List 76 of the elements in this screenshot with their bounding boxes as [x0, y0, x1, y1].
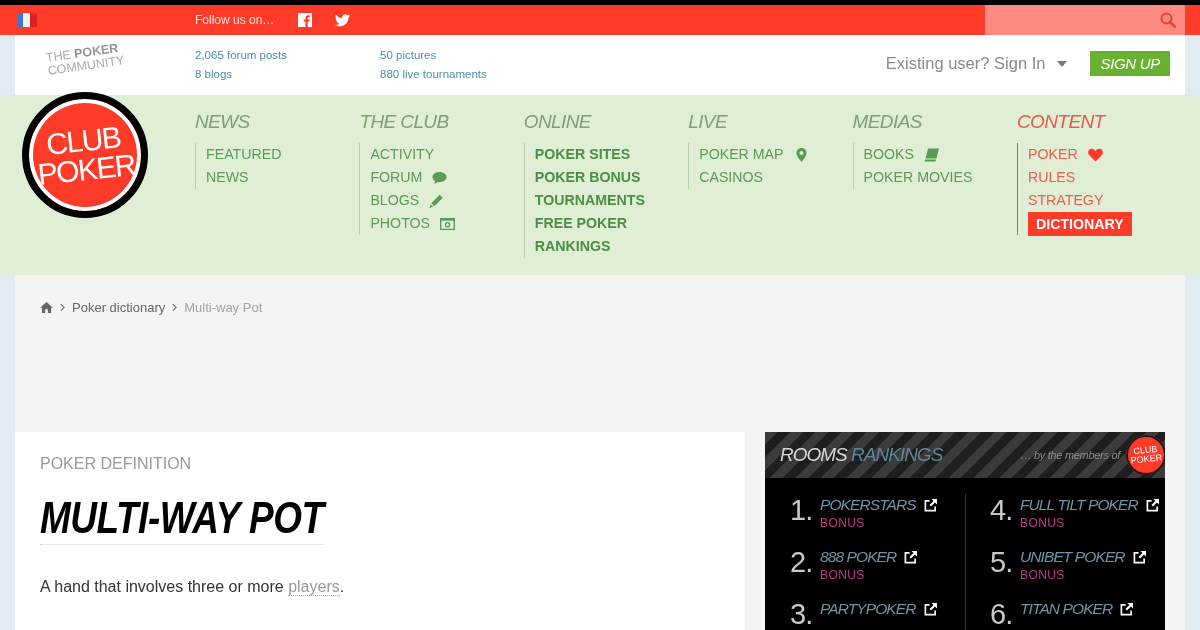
follow-label: Follow us on…: [195, 13, 275, 27]
rank-number: 5.: [990, 546, 1014, 580]
room-link[interactable]: FULL TILT POKER: [1020, 494, 1159, 516]
caret-icon: [1057, 60, 1068, 67]
nav-heading: CONTENT: [1016, 110, 1105, 134]
nav-link[interactable]: BOOKS: [863, 143, 940, 166]
rank-number: 2.: [790, 546, 814, 580]
external-link-icon: [1145, 498, 1159, 512]
stats-link[interactable]: 8 blogs: [195, 65, 233, 84]
nav-link[interactable]: STRATEGY: [1027, 189, 1104, 212]
nav-link[interactable]: POKER MOVIES: [863, 166, 973, 189]
room-link[interactable]: UNIBET POKER: [1020, 546, 1146, 568]
bonus-link[interactable]: BONUS: [820, 568, 865, 583]
bonus-link[interactable]: BONUS: [820, 516, 865, 531]
definition-label: POKER DEFINITION: [40, 454, 192, 474]
search-field[interactable]: [985, 5, 1185, 35]
sign-in-link[interactable]: Existing user? Sign In: [885, 54, 1068, 73]
nav-link[interactable]: POKER BONUS: [534, 166, 641, 189]
bonus-link[interactable]: BONUS: [1020, 568, 1065, 583]
external-link-icon: [1120, 602, 1134, 616]
nav-heading: MEDIAS: [852, 110, 922, 134]
room-link[interactable]: 888 POKER: [820, 546, 918, 568]
nav-heading: ONLINE: [523, 110, 591, 134]
definition-text: A hand that involves three or more players.: [40, 578, 345, 596]
nav-link[interactable]: FEATURED: [206, 143, 282, 166]
small-logo[interactable]: CLUB POKER: [1126, 435, 1165, 475]
external-link-icon: [904, 550, 918, 564]
nav-heading: THE CLUB: [359, 110, 449, 134]
rank-number: 1.: [790, 494, 814, 528]
nav-link[interactable]: RANKINGS: [534, 235, 611, 258]
rank-number: 4.: [990, 494, 1014, 528]
nav-link[interactable]: PHOTOS: [370, 212, 456, 235]
stats-link[interactable]: 50 pictures: [380, 46, 437, 65]
chevron-icon: [172, 302, 178, 312]
byline: … by the members of: [1020, 449, 1120, 461]
panel-title: ROOMS RANKINGS: [780, 444, 943, 466]
nav-link[interactable]: FREE POKER: [534, 212, 627, 235]
nav-heading: LIVE: [688, 110, 727, 134]
nav-link[interactable]: TOURNAMENTS: [534, 189, 645, 212]
nav-link[interactable]: ACTIVITY: [370, 143, 435, 166]
twitter-icon[interactable]: [335, 13, 351, 27]
room-link[interactable]: TITAN POKER: [1020, 598, 1134, 620]
camera-icon: [440, 216, 456, 231]
book-icon: [924, 147, 940, 162]
room-link[interactable]: PARTYPOKER: [820, 598, 937, 620]
rank-number: 6.: [990, 598, 1014, 630]
sign-up-button[interactable]: SIGN UP: [1090, 51, 1170, 76]
speech-bubble-icon: [432, 170, 448, 185]
bonus-link[interactable]: BONUS: [1020, 516, 1065, 531]
nav-link[interactable]: DICTIONARY: [1027, 211, 1132, 236]
external-link-icon: [1132, 550, 1146, 564]
nav-link[interactable]: NEWS: [206, 166, 249, 189]
nav-link[interactable]: POKER MAP: [699, 143, 809, 166]
facebook-icon[interactable]: [298, 13, 313, 27]
nav-heading: NEWS: [195, 110, 250, 134]
external-link-icon: [923, 498, 937, 512]
external-link-icon: [923, 602, 937, 616]
flag-icon[interactable]: [16, 12, 38, 28]
pencil-icon: [429, 193, 445, 208]
nav-link[interactable]: POKER: [1027, 143, 1103, 166]
nav-link[interactable]: POKER SITES: [534, 143, 631, 166]
heart-icon: [1087, 147, 1103, 162]
room-link[interactable]: POKERSTARS: [820, 494, 937, 516]
nav-link[interactable]: CASINOS: [699, 166, 764, 189]
current-page-text: Multi-way Pot: [184, 299, 263, 315]
stats-link[interactable]: 880 live tournaments: [380, 65, 487, 84]
home-icon[interactable]: [40, 301, 53, 313]
nav-link[interactable]: BLOGS: [370, 189, 445, 212]
breadcrumb-link[interactable]: Poker dictionary: [72, 299, 166, 315]
rank-number: 3.: [790, 598, 814, 630]
players-link[interactable]: players: [288, 578, 340, 596]
nav-link[interactable]: FORUM: [370, 166, 448, 189]
stats-link[interactable]: 2,065 forum posts: [195, 46, 288, 65]
nav-link[interactable]: RULES: [1027, 166, 1076, 189]
tagline: THE POKER COMMUNITY: [45, 41, 125, 78]
chevron-icon: [60, 302, 65, 312]
